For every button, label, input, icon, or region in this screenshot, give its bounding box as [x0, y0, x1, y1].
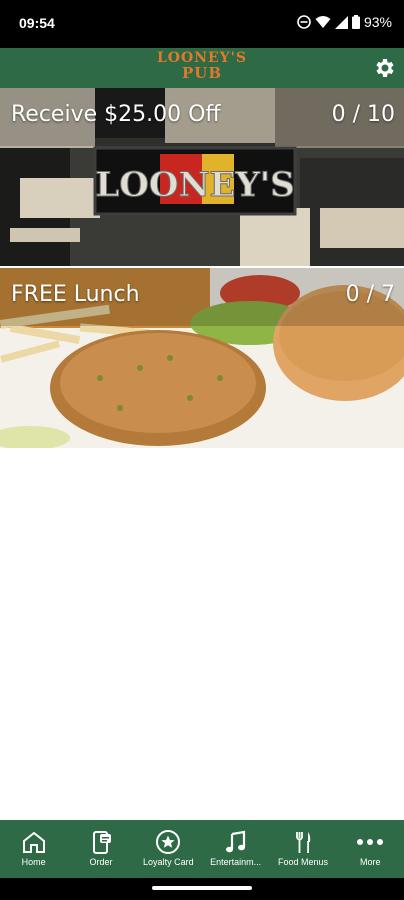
status-time: 09:54	[19, 15, 55, 31]
nav-entertainment[interactable]: Entertainm...	[202, 820, 269, 878]
gear-icon[interactable]	[372, 56, 396, 80]
nav-food-menus[interactable]: Food Menus	[269, 820, 336, 878]
nav-label: Order	[89, 857, 113, 867]
order-icon	[92, 831, 111, 854]
music-note-icon	[225, 830, 245, 853]
nav-home[interactable]: Home	[0, 820, 67, 878]
more-icon	[357, 839, 384, 845]
nav-label: More	[360, 857, 381, 867]
reward-card-25-off[interactable]: LOONEY'S Receive $25.00 Off 0 / 10	[0, 88, 404, 266]
nav-label: Food Menus	[277, 857, 328, 867]
fork-knife-icon	[296, 832, 311, 853]
do-not-disturb-icon	[297, 15, 311, 29]
reward-title: FREE Lunch	[11, 282, 140, 307]
home-gesture-bar[interactable]	[152, 886, 252, 890]
logo-line2: PUB	[181, 64, 223, 82]
app-header: LOONEY'S PUB	[0, 48, 404, 88]
wifi-icon	[315, 16, 331, 28]
nav-label: Entertainm...	[210, 857, 262, 867]
reward-card-free-lunch[interactable]: FREE Lunch 0 / 7	[0, 268, 404, 448]
reward-progress: 0 / 10	[331, 102, 395, 127]
status-bar: 09:54 93%	[0, 0, 404, 48]
signal-icon	[334, 15, 348, 29]
nav-order[interactable]: Order	[67, 820, 134, 878]
nav-label: Home	[21, 857, 46, 867]
nav-more[interactable]: More	[337, 820, 404, 878]
reward-title: Receive $25.00 Off	[11, 102, 221, 127]
bottom-nav: Home Order Loyalty Card Entertainm... Fo…	[0, 820, 404, 878]
star-icon	[156, 830, 181, 854]
home-icon	[22, 831, 45, 853]
reward-progress: 0 / 7	[345, 282, 395, 307]
app-logo: LOONEY'S PUB	[155, 51, 249, 85]
nav-loyalty-card[interactable]: Loyalty Card	[135, 820, 202, 878]
battery-icon	[351, 15, 360, 29]
status-icons: 93%	[297, 14, 392, 30]
nav-label: Loyalty Card	[143, 857, 194, 867]
sign-text: LOONEY'S	[95, 165, 294, 205]
battery-level: 93%	[363, 14, 392, 30]
